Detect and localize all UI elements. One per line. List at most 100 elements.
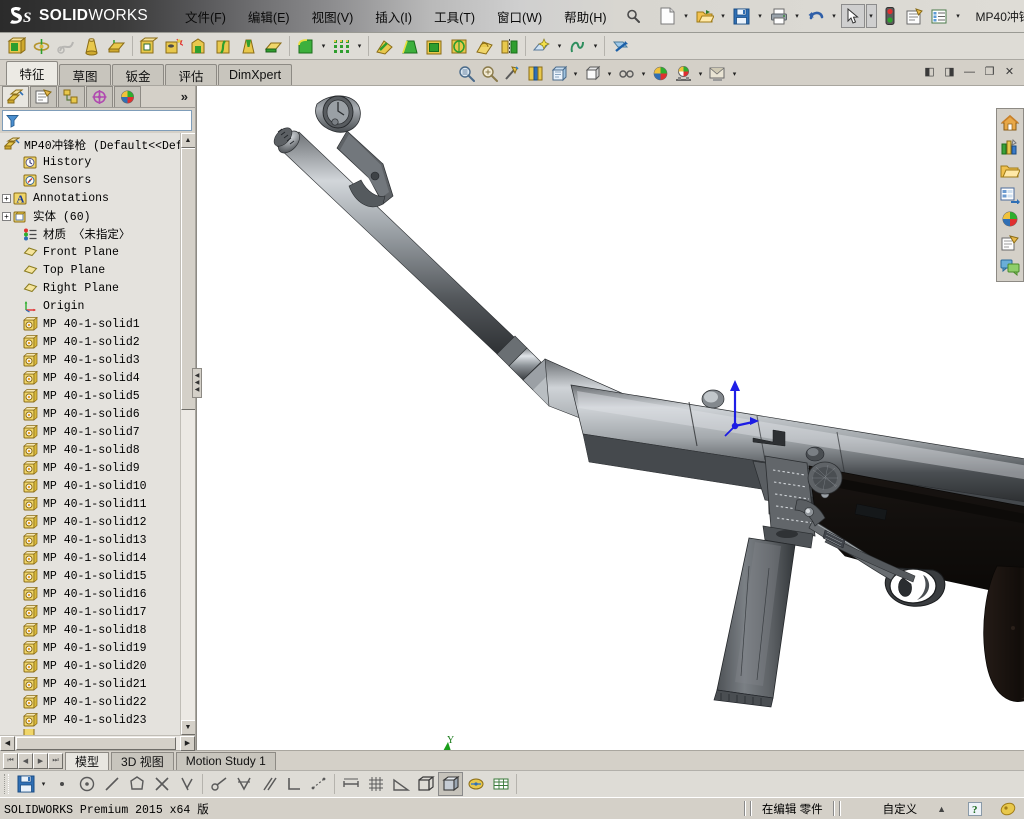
tree-item-solid-body[interactable]: MP 40-1-solid23 — [2, 711, 180, 729]
search-input[interactable] — [20, 112, 191, 129]
previous-tab-button[interactable]: ◀ — [18, 752, 33, 769]
open-document-dropdown-icon[interactable]: ▾ — [718, 5, 729, 27]
close-doc-icon[interactable]: ✕ — [1001, 63, 1018, 80]
file-properties-dropdown-icon[interactable]: ▾ — [953, 5, 964, 27]
feature-tree-filter[interactable] — [2, 110, 192, 131]
swept-boss-icon[interactable] — [54, 34, 79, 58]
open-document-icon[interactable] — [693, 4, 717, 28]
expand-toggle-icon[interactable]: + — [2, 193, 11, 203]
next-tab-button[interactable]: ▶ — [33, 752, 48, 769]
tree-item-solid-body[interactable]: MP 40-1-solid9 — [2, 459, 180, 477]
tab-dimxpert[interactable]: DimXpert — [218, 64, 293, 85]
menu-item-tools[interactable]: 工具(T) — [423, 3, 486, 30]
revolved-boss-icon[interactable] — [29, 34, 54, 58]
sketch-fillet-icon[interactable] — [174, 772, 199, 796]
hscrollbar-thumb[interactable] — [16, 736, 176, 750]
hide-show-items-icon[interactable] — [615, 63, 638, 85]
swept-cut-icon[interactable] — [211, 34, 236, 58]
instant3d-icon[interactable] — [608, 34, 633, 58]
configuration-manager-tab[interactable] — [58, 86, 85, 107]
tab-evaluate[interactable]: 评估 — [165, 64, 217, 85]
grid-snap-icon[interactable] — [363, 772, 388, 796]
tree-item-solid-body[interactable]: MP 40-1-solid5 — [2, 387, 180, 405]
tree-item-solid-body[interactable]: MP 40-1-solid6 — [2, 405, 180, 423]
tree-item-solid-body[interactable]: MP 40-1-solid21 — [2, 675, 180, 693]
tree-item-solid-body[interactable]: MP 40-1-solid3 — [2, 351, 180, 369]
display-style-dropdown-icon[interactable]: ▾ — [604, 63, 615, 85]
tree-item-solid-body[interactable]: MP 40-1-solid13 — [2, 531, 180, 549]
sw-forum-icon[interactable] — [998, 255, 1022, 278]
model-3d-view[interactable] — [197, 86, 1024, 726]
new-document-dropdown-icon[interactable]: ▾ — [681, 5, 692, 27]
revolved-cut-icon[interactable] — [186, 34, 211, 58]
tree-item-solid-body[interactable]: MP 40-1-solid17 — [2, 603, 180, 621]
mirror-icon[interactable] — [497, 34, 522, 58]
tree-item-solid-body[interactable]: MP 40-1-solid8 — [2, 441, 180, 459]
tree-item-solid-body[interactable]: MP 40-1-solid12 — [2, 513, 180, 531]
tab-features[interactable]: 特征 — [6, 61, 58, 85]
tab-model[interactable]: 模型 — [65, 751, 110, 770]
wireframe-icon[interactable] — [413, 772, 438, 796]
linear-pattern-icon[interactable] — [329, 34, 354, 58]
menu-item-file[interactable]: 文件(F) — [174, 3, 237, 30]
minimize-doc-icon[interactable]: — — [961, 63, 978, 80]
status-customize-button[interactable]: 自定义 — [843, 800, 926, 817]
dimxpert-manager-tab[interactable] — [86, 86, 113, 107]
point-icon[interactable] — [49, 772, 74, 796]
tree-item-right-plane[interactable]: Right Plane — [2, 279, 180, 297]
menu-item-help[interactable]: 帮助(H) — [553, 3, 617, 30]
lofted-cut-icon[interactable] — [236, 34, 261, 58]
heads-up-view-toolbar[interactable]: ▾ ▾ ▾ ▾ ▾ — [455, 61, 740, 86]
draft-icon[interactable] — [397, 34, 422, 58]
tab-sketch[interactable]: 草图 — [59, 64, 111, 85]
tree-item-top-plane[interactable]: Top Plane — [2, 261, 180, 279]
scrollbar-track[interactable] — [180, 148, 195, 720]
scroll-up-icon[interactable]: ▲ — [180, 133, 195, 148]
scroll-left-icon[interactable]: ◀ — [0, 735, 15, 751]
boundary-boss-icon[interactable] — [104, 34, 129, 58]
view-palette-icon[interactable] — [998, 183, 1022, 206]
rib-icon[interactable] — [372, 34, 397, 58]
task-pane-dock[interactable] — [996, 108, 1024, 282]
dome-icon[interactable] — [472, 34, 497, 58]
new-document-icon[interactable] — [656, 4, 680, 28]
construction-geometry-icon[interactable] — [306, 772, 331, 796]
menu-item-view[interactable]: 视图(V) — [301, 3, 365, 30]
feature-tree-vertical-scrollbar[interactable]: ▲ ▼ — [180, 133, 195, 735]
tab-sheet-metal[interactable]: 钣金 — [112, 64, 164, 85]
property-manager-tab[interactable] — [30, 86, 57, 107]
print-icon[interactable] — [767, 4, 791, 28]
file-properties-icon[interactable] — [928, 4, 952, 28]
tree-item-solid-body[interactable]: MP 40-1-solid20 — [2, 657, 180, 675]
quick-access-toolbar[interactable]: ▾ ▾ ▾ ▾ ▾ ▾ ▾ — [656, 4, 964, 28]
tree-item-solid-body[interactable]: MP 40-1-solid22 — [2, 693, 180, 711]
graphics-viewport[interactable]: Y X — [196, 86, 1024, 750]
view-orientation-icon[interactable] — [547, 63, 570, 85]
status-collapse-button[interactable]: ▲ — [925, 800, 958, 817]
measure-icon[interactable] — [206, 772, 231, 796]
design-table-icon[interactable] — [488, 772, 513, 796]
tree-item-solid-body[interactable]: MP 40-1-solid14 — [2, 549, 180, 567]
manager-tab-strip[interactable]: » — [0, 86, 195, 108]
toolbar-grip[interactable] — [4, 774, 9, 794]
extruded-boss-icon[interactable] — [4, 34, 29, 58]
rebuild-icon[interactable] — [878, 4, 902, 28]
polygon-icon[interactable] — [124, 772, 149, 796]
document-tab-bar[interactable]: ⏮ ◀ ▶ ⏭ 模型 3D 视图 Motion Study 1 — [0, 750, 1024, 770]
wrap-icon[interactable] — [447, 34, 472, 58]
design-library-icon[interactable] — [998, 135, 1022, 158]
fillet-icon[interactable] — [293, 34, 318, 58]
menu-item-edit[interactable]: 编辑(E) — [237, 3, 301, 30]
lofted-boss-icon[interactable] — [79, 34, 104, 58]
feature-tree-horizontal-scrollbar[interactable]: ◀ ▶ — [0, 735, 195, 751]
display-style-icon[interactable] — [581, 63, 604, 85]
panel-splitter-handle[interactable]: ◀ ◀ ◀ — [192, 368, 202, 398]
command-manager-tabs[interactable]: 特征 草图 钣金 评估 DimXpert — [0, 61, 293, 85]
reference-geometry-dropdown-icon[interactable]: ▾ — [554, 35, 565, 57]
appearances-scenes-icon[interactable] — [998, 207, 1022, 230]
check-sketch-icon[interactable] — [231, 772, 256, 796]
hole-wizard-icon[interactable] — [161, 34, 186, 58]
menu-item-window[interactable]: 窗口(W) — [486, 3, 553, 30]
view-settings-dropdown-icon[interactable]: ▾ — [729, 63, 740, 85]
sketch-toolbar[interactable]: ▾ — [0, 770, 1024, 797]
